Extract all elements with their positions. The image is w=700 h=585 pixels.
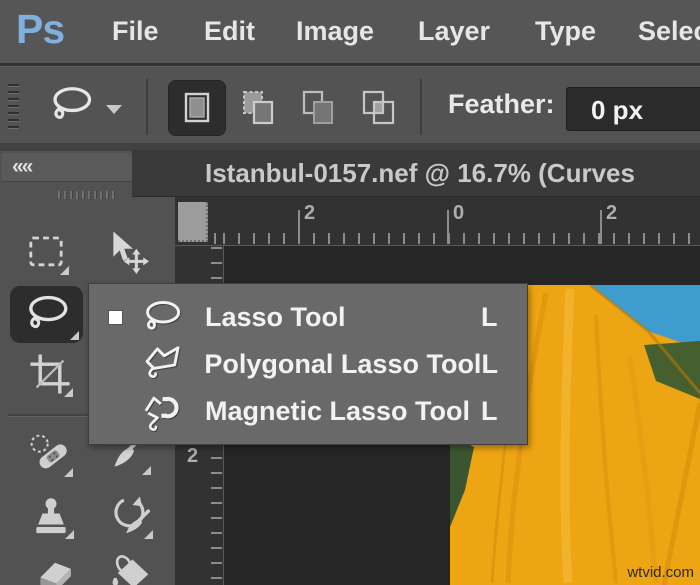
rectangular-marquee-tool[interactable]	[22, 228, 70, 276]
feather-input[interactable]: 0 px	[566, 87, 700, 131]
lasso-icon	[46, 83, 96, 129]
selected-tool-indicator	[109, 311, 122, 324]
tool-flyout-corner	[64, 468, 73, 477]
tool-flyout-corner	[144, 530, 153, 539]
shortcut-key: L	[481, 349, 498, 379]
polygonal-lasso-icon	[137, 345, 187, 385]
eraser-tool[interactable]	[31, 551, 79, 585]
ruler-label: 2	[304, 202, 316, 224]
gradient-tool[interactable]	[106, 549, 154, 585]
history-brush-tool[interactable]	[106, 492, 154, 540]
panel-collapse-button[interactable]: ««	[2, 153, 132, 182]
chevron-down-icon	[106, 104, 122, 114]
menu-type[interactable]: Type	[535, 15, 596, 48]
feather-label: Feather:	[448, 89, 555, 119]
horizontal-ruler[interactable]: 2 0 2	[175, 197, 700, 246]
add-to-selection-button[interactable]	[230, 80, 288, 136]
options-bar-grip[interactable]	[8, 84, 19, 130]
ruler-ticks	[211, 233, 700, 244]
menu-edit[interactable]: Edit	[204, 15, 255, 48]
add-to-selection-icon	[243, 91, 274, 125]
shortcut-key: L	[481, 396, 498, 426]
paint-bucket-icon	[112, 555, 149, 585]
watermark: wtvid.com	[627, 564, 694, 581]
document-tab[interactable]: Istanbul-0157.nef @ 16.7% (Curves	[132, 150, 700, 197]
menu-image[interactable]: Image	[296, 15, 374, 48]
options-bar: Feather: 0 px	[0, 66, 700, 143]
options-divider	[146, 79, 148, 135]
magnetic-lasso-icon	[137, 392, 187, 432]
lasso-icon	[137, 298, 187, 338]
options-divider	[420, 79, 422, 135]
lasso-tool[interactable]	[10, 286, 83, 343]
menu-item-magnetic-lasso-tool[interactable]: Magnetic Lasso Tool L	[89, 388, 527, 435]
eraser-icon	[40, 562, 71, 585]
menu-layer[interactable]: Layer	[418, 15, 490, 48]
move-tool[interactable]	[102, 227, 150, 275]
tool-flyout-corner	[65, 530, 74, 539]
intersect-selection-button[interactable]	[350, 80, 408, 136]
panel-grip[interactable]	[58, 191, 118, 199]
clone-stamp-tool[interactable]	[27, 492, 75, 540]
menu-file[interactable]: File	[112, 15, 159, 48]
shortcut-key: L	[481, 302, 498, 332]
tool-flyout-corner	[64, 388, 73, 397]
menu-item-polygonal-lasso-tool[interactable]: Polygonal Lasso Tool L	[89, 341, 527, 388]
menu-bar: Ps File Edit Image Layer Type Selec	[0, 0, 700, 66]
menu-select[interactable]: Selec	[638, 15, 700, 48]
move-icon	[113, 231, 149, 274]
intersect-selection-icon	[362, 90, 395, 125]
lasso-flyout-menu: Lasso Tool L Polygonal Lasso Tool L Magn…	[88, 283, 528, 445]
lasso-icon	[28, 295, 67, 328]
spot-healing-brush-tool[interactable]	[26, 430, 74, 478]
photoshop-window: Ps File Edit Image Layer Type Selec	[0, 0, 700, 585]
crop-tool[interactable]	[26, 350, 74, 398]
new-selection-button[interactable]	[168, 80, 226, 136]
photoshop-logo: Ps	[16, 6, 65, 52]
menu-item-lasso-tool[interactable]: Lasso Tool L	[89, 294, 527, 341]
tool-flyout-corner	[142, 466, 151, 475]
subtract-from-selection-button[interactable]	[290, 80, 348, 136]
tool-flyout-corner	[60, 266, 69, 275]
tool-flyout-corner	[70, 331, 79, 340]
ruler-label: 2	[606, 202, 618, 224]
ruler-origin-box[interactable]	[178, 202, 208, 242]
new-selection-icon	[184, 92, 210, 123]
ruler-label: 2	[187, 445, 199, 467]
ruler-label: 0	[453, 202, 465, 224]
tool-preset-picker[interactable]	[46, 81, 130, 131]
subtract-from-selection-icon	[302, 90, 333, 124]
